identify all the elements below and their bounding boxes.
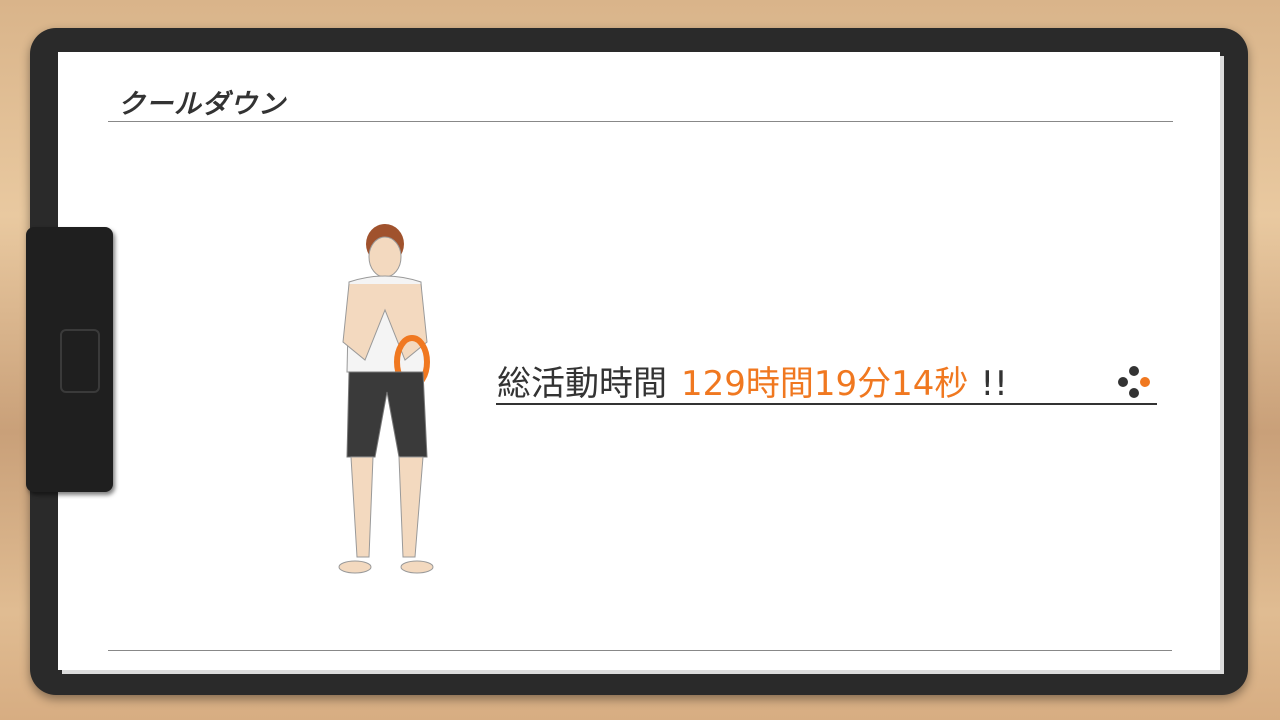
title-divider xyxy=(108,121,1173,122)
stat-label: 総活動時間 xyxy=(497,364,667,404)
stat-value: 129時間19分14秒 xyxy=(681,364,969,404)
stat-underline xyxy=(496,403,1157,405)
total-activity-time: 総活動時間 129時間19分14秒!! xyxy=(497,356,1008,405)
bottom-divider xyxy=(108,650,1172,651)
stat-suffix: !! xyxy=(980,364,1008,404)
a-button-icon[interactable] xyxy=(1116,366,1154,400)
clipboard-clip xyxy=(26,227,113,492)
page-title: クールダウン xyxy=(118,89,286,120)
clip-tab xyxy=(60,329,100,393)
trainer-figure xyxy=(338,224,434,574)
